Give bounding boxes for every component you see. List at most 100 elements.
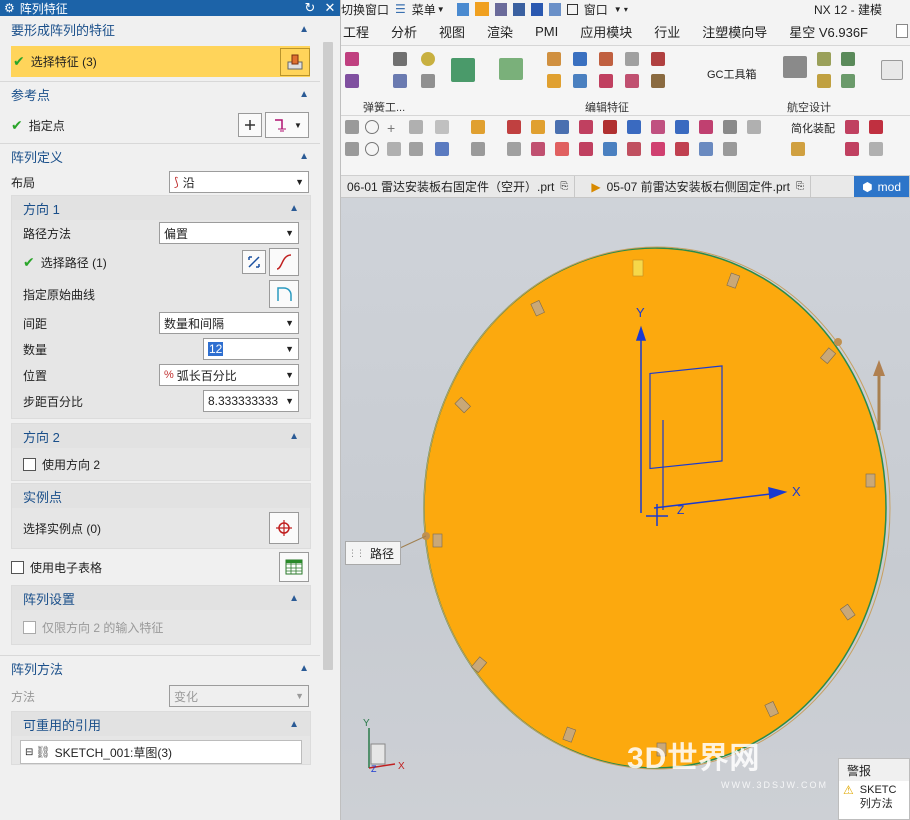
tool-icon[interactable] xyxy=(393,52,407,66)
sketch-tool-icon[interactable] xyxy=(387,142,401,156)
method-select[interactable]: 变化 ▼ xyxy=(169,685,309,707)
menu-render[interactable]: 渲染 xyxy=(476,22,524,41)
sketch-tool-icon[interactable] xyxy=(409,120,423,134)
feature-icon[interactable] xyxy=(471,142,485,156)
spreadsheet-row[interactable]: 使用电子表格 xyxy=(0,549,320,585)
reset-icon[interactable]: ↻ xyxy=(300,0,320,16)
feature-icon[interactable] xyxy=(471,120,485,134)
tree-expand-icon[interactable]: ⊟ xyxy=(25,747,33,758)
menu-analysis[interactable]: 分析 xyxy=(380,22,428,41)
spring-tool-icon-2[interactable] xyxy=(345,74,359,88)
feature-icon[interactable] xyxy=(723,120,737,134)
point-dialog-icon[interactable] xyxy=(238,113,262,137)
menu-pmi[interactable]: PMI xyxy=(524,24,569,39)
menu-button[interactable]: 菜单 xyxy=(412,1,436,18)
menu-view[interactable]: 视图 xyxy=(428,22,476,41)
tool-icon[interactable] xyxy=(421,74,435,88)
sketch-tool-icon[interactable] xyxy=(345,120,359,134)
section-features-header[interactable]: 要形成阵列的特征 ▲ xyxy=(0,16,320,42)
settings-icon[interactable] xyxy=(881,60,903,80)
feature-icon[interactable] xyxy=(507,142,521,156)
only-dir2-checkbox[interactable] xyxy=(23,620,36,634)
model-scene[interactable]: Y X Z Y X Z xyxy=(341,198,910,820)
sketch-tool-icon[interactable] xyxy=(409,142,423,156)
qa-icon-1[interactable] xyxy=(456,2,469,16)
section-array-def-header[interactable]: 阵列定义 ▲ xyxy=(0,143,320,169)
reverse-direction-icon[interactable] xyxy=(242,250,266,274)
spreadsheet-checkbox[interactable] xyxy=(11,560,24,574)
feature-icon[interactable] xyxy=(723,142,737,156)
use-dir2-checkbox[interactable] xyxy=(23,457,36,471)
layout-select[interactable]: ⟆ 沿 ▼ xyxy=(169,171,309,193)
aero-icon[interactable] xyxy=(817,52,831,66)
direction2-header[interactable]: 方向 2 ▲ xyxy=(12,424,310,448)
collapse-icon[interactable]: ▲ xyxy=(289,593,299,604)
feature-icon[interactable] xyxy=(507,120,521,134)
edit-feature-icon[interactable] xyxy=(547,74,561,88)
group-aero-design[interactable]: 航空设计 xyxy=(787,99,831,115)
qa-icon-3[interactable] xyxy=(494,2,507,16)
menu-industry[interactable]: 行业 xyxy=(643,22,691,41)
feature-icon[interactable] xyxy=(747,120,761,134)
qa-icon-5[interactable] xyxy=(530,2,543,16)
feature-icon[interactable] xyxy=(603,142,617,156)
crosshair-icon[interactable] xyxy=(269,512,299,544)
collapse-icon[interactable]: ▲ xyxy=(299,151,309,162)
aero-icon[interactable] xyxy=(841,74,855,88)
alert-panel[interactable]: 警报 ⚠ SKETC 列方法 xyxy=(838,758,910,820)
edit-feature-icon[interactable] xyxy=(625,52,639,66)
menu-engineering[interactable]: 工程 xyxy=(341,22,380,41)
collapse-icon[interactable]: ▲ xyxy=(299,663,309,674)
sketch-tool-icon[interactable] xyxy=(345,142,359,156)
feature-icon[interactable] xyxy=(791,142,805,156)
feature-icon[interactable] xyxy=(699,120,713,134)
sketch-tool-icon[interactable] xyxy=(435,142,449,156)
feature-icon[interactable] xyxy=(651,120,665,134)
section-ref-point-header[interactable]: 参考点 ▲ xyxy=(0,81,320,107)
edit-feature-icon[interactable] xyxy=(599,52,613,66)
file-tab-3[interactable]: ⬢ mod xyxy=(854,176,910,197)
circle-icon[interactable] xyxy=(365,120,379,134)
feature-icon[interactable] xyxy=(845,142,859,156)
position-select[interactable]: % 弧长百分比 ▼ xyxy=(159,364,299,386)
feature-icon[interactable] xyxy=(555,120,569,134)
feature-icon[interactable] xyxy=(845,120,859,134)
point-type-dropdown[interactable]: ▼ xyxy=(265,112,309,138)
array-settings-header[interactable]: 阵列设置 ▲ xyxy=(12,586,310,610)
edit-feature-icon[interactable] xyxy=(599,74,613,88)
edit-feature-icon[interactable] xyxy=(547,52,561,66)
window-menu-button[interactable]: 窗口 xyxy=(584,1,608,18)
edit-feature-icon[interactable] xyxy=(651,74,665,88)
menu-xingkong[interactable]: 星空 V6.936F xyxy=(778,22,879,41)
feature-icon[interactable] xyxy=(603,120,617,134)
simplify-assembly-button[interactable]: 简化装配 xyxy=(791,120,835,136)
path-method-select[interactable]: 偏置 ▼ xyxy=(159,222,299,244)
collapse-icon[interactable]: ▲ xyxy=(299,89,309,100)
edit-feature-icon[interactable] xyxy=(651,52,665,66)
spreadsheet-icon[interactable] xyxy=(279,552,309,582)
edit-feature-icon[interactable] xyxy=(573,74,587,88)
direction1-header[interactable]: 方向 1 ▲ xyxy=(12,196,310,220)
feature-icon[interactable] xyxy=(579,120,593,134)
group-edit-feature[interactable]: 编辑特征 xyxy=(585,99,629,115)
graphics-viewport[interactable]: Y X Z Y X Z ⋮⋮ 路径 3D世界网 WWW.3DSJW.COM 警报… xyxy=(341,198,910,820)
curve-select-icon[interactable] xyxy=(269,248,299,276)
instance-header[interactable]: 实例点 xyxy=(12,484,310,508)
feature-icon[interactable] xyxy=(531,120,545,134)
aero-icon[interactable] xyxy=(817,74,831,88)
feature-icon[interactable] xyxy=(869,120,883,134)
select-feature-row[interactable]: ✔ 选择特征 (3) xyxy=(11,46,310,77)
feature-icon[interactable] xyxy=(531,142,545,156)
feature-icon[interactable] xyxy=(699,142,713,156)
feature-select-icon[interactable] xyxy=(280,47,310,76)
drag-grip-icon[interactable]: ⋮⋮ xyxy=(348,548,365,559)
tool-icon[interactable] xyxy=(393,74,407,88)
gc-toolbox-button[interactable]: GC工具箱 xyxy=(707,66,757,82)
tree-item[interactable]: ⊟ ⛓ SKETCH_001:草图(3) xyxy=(20,740,302,764)
file-tab-1[interactable]: 06-01 雷达安装板右固定件（空开）.prt ⎘ xyxy=(341,176,576,197)
feature-icon[interactable] xyxy=(675,142,689,156)
edit-feature-icon[interactable] xyxy=(625,74,639,88)
feature-icon[interactable] xyxy=(627,120,641,134)
menu-applications[interactable]: 应用模块 xyxy=(569,22,643,41)
dialog-scrollbar[interactable] xyxy=(321,36,335,820)
